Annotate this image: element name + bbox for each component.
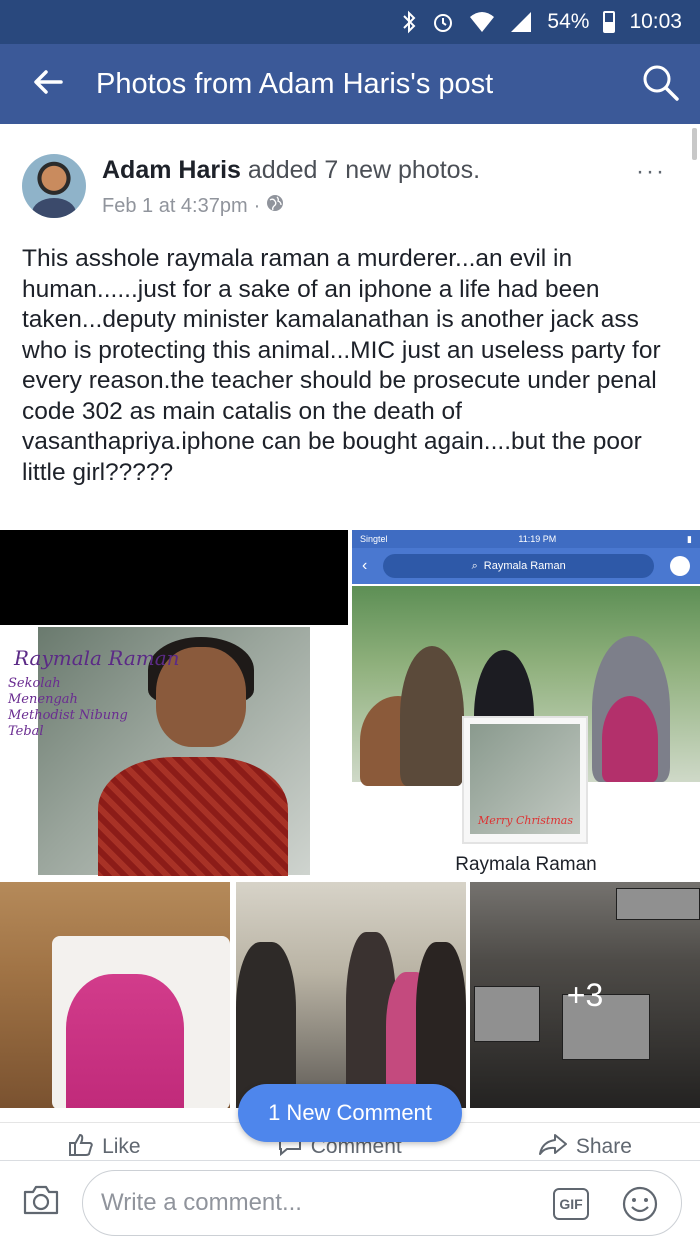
share-label: Share: [575, 1135, 632, 1158]
post-timestamp[interactable]: Feb 1 at 4:37pm: [102, 195, 248, 218]
emoji-button[interactable]: [621, 1185, 659, 1228]
post: Adam Haris added 7 new photos. Feb 1 at …: [0, 124, 700, 486]
smiley-icon: [621, 1186, 659, 1227]
page-title: Photos from Adam Haris's post: [96, 67, 494, 100]
like-label: Like: [102, 1135, 141, 1158]
back-arrow-icon: [33, 69, 63, 100]
author-name[interactable]: Adam Haris: [102, 156, 241, 184]
comment-input-wrapper: GIF: [82, 1169, 682, 1236]
avatar[interactable]: [22, 154, 86, 218]
search-button[interactable]: [620, 44, 700, 124]
inset-caption: Merry Christmas: [478, 814, 573, 827]
scrollbar[interactable]: [692, 128, 697, 160]
post-meta: Feb 1 at 4:37pm ·: [102, 194, 284, 218]
alarm-icon: [431, 10, 455, 34]
wifi-icon: [469, 11, 495, 33]
battery-percent: 54%: [547, 10, 590, 33]
photo-5[interactable]: +3: [470, 882, 700, 1108]
school-line: Sekolah: [8, 676, 61, 691]
photo-1[interactable]: Raymala Raman Sekolah Menengah Methodist…: [0, 530, 348, 876]
camera-icon: [22, 1184, 60, 1221]
post-text: This asshole raymala raman a murderer...…: [22, 245, 661, 486]
back-button[interactable]: [0, 44, 96, 124]
bluetooth-icon: [401, 10, 417, 34]
thumbs-up-icon: [68, 1132, 94, 1162]
app-bar: Photos from Adam Haris's post: [0, 44, 700, 124]
more-options-button[interactable]: ···: [636, 158, 666, 186]
school-line: Methodist Nibung: [8, 708, 128, 723]
more-photos-count: +3: [566, 976, 604, 1013]
gif-button[interactable]: GIF: [553, 1187, 589, 1220]
photo-name-caption: Raymala Raman: [14, 646, 180, 670]
post-header: Adam Haris added 7 new photos. Feb 1 at …: [0, 124, 700, 228]
photo-grid: Raymala Raman Sekolah Menengah Methodist…: [0, 530, 700, 1110]
person-figure: [602, 696, 658, 782]
more-photos-overlay: +3: [470, 882, 700, 1108]
portrait-dress: [98, 757, 288, 876]
person-figure: [400, 646, 464, 786]
search-icon: [640, 62, 680, 107]
camera-button[interactable]: [0, 1184, 82, 1221]
screenshot-search-text: Raymala Raman: [483, 560, 566, 572]
status-bar: 54% 10:03: [0, 0, 700, 44]
cell-signal-icon: [509, 11, 533, 33]
screenshot-status-bar: Singtel 11:19 PM ▮: [352, 530, 700, 548]
photo-caption: Raymala Raman: [455, 854, 597, 875]
author-line: Adam Haris added 7 new photos.: [102, 156, 480, 185]
screenshot-search-icon: ⌕: [471, 559, 478, 572]
screenshot-time: 11:19 PM: [518, 534, 557, 544]
screenshot-back-icon: ‹: [362, 557, 368, 574]
screenshot-messenger-icon: [670, 556, 690, 576]
new-comment-button[interactable]: 1 New Comment: [238, 1084, 462, 1142]
post-action: added 7 new photos.: [247, 156, 481, 184]
inset-photo: Merry Christmas: [462, 716, 588, 844]
clock: 10:03: [629, 10, 682, 33]
photo-4[interactable]: [236, 882, 466, 1108]
screenshot-search-field: ⌕ Raymala Raman: [383, 554, 654, 578]
photo-2[interactable]: Singtel 11:19 PM ▮ ‹ ⌕ Raymala Raman Mer…: [352, 530, 700, 876]
comment-composer: GIF: [0, 1160, 700, 1244]
photo-black-band: [0, 530, 348, 625]
photo-school-caption: Sekolah Menengah Methodist Nibung Tebal: [8, 676, 128, 740]
school-line: Tebal: [8, 724, 44, 739]
share-arrow-icon: [538, 1132, 568, 1162]
comment-input[interactable]: [101, 1188, 541, 1217]
school-line: Menengah: [8, 692, 78, 707]
photo-3[interactable]: [0, 882, 230, 1108]
screenshot-battery-icon: ▮: [687, 533, 692, 544]
screenshot-search-bar: ‹ ⌕ Raymala Raman: [352, 548, 700, 584]
screenshot-carrier: Singtel: [360, 534, 388, 544]
globe-icon: [266, 194, 284, 218]
meta-separator: ·: [253, 194, 261, 217]
battery-icon: [603, 11, 616, 33]
figure-in-pink: [66, 974, 184, 1108]
